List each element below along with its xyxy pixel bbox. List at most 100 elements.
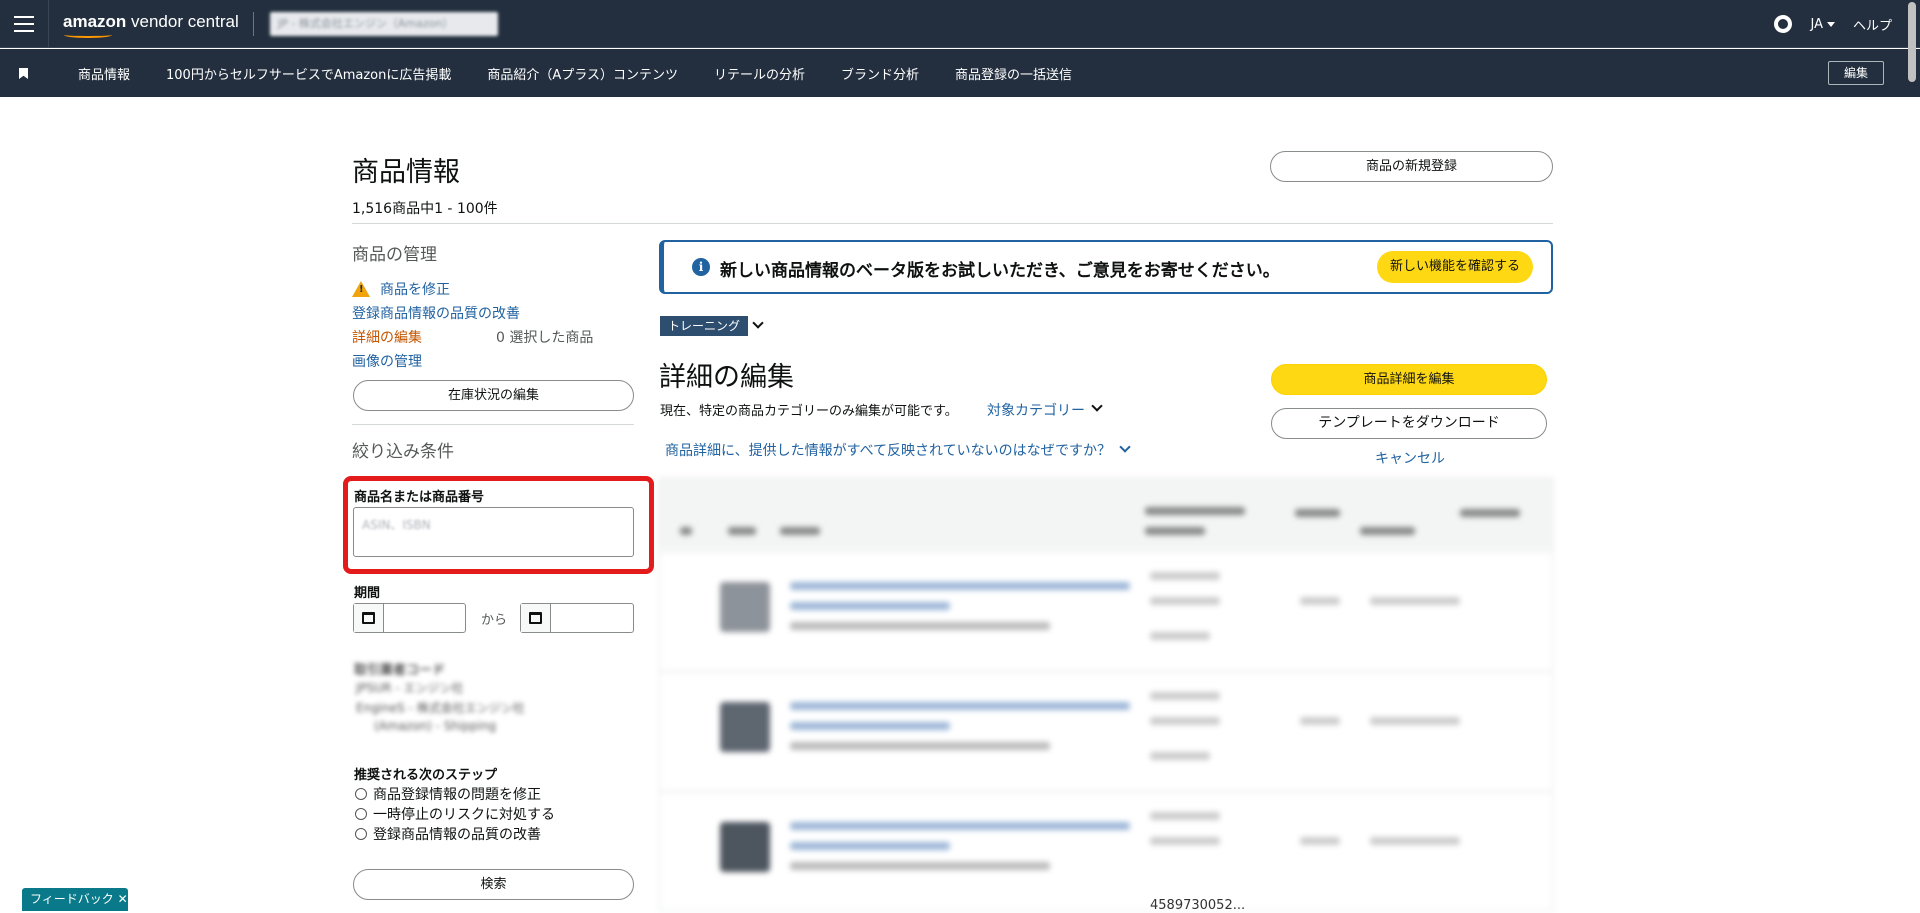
table-cell bbox=[780, 527, 820, 535]
help-link[interactable]: ヘルプ bbox=[1853, 15, 1892, 34]
try-new-feature-button[interactable]: 新しい機能を確認する bbox=[1377, 251, 1533, 283]
nav-item-retail-analytics[interactable]: リテールの分析 bbox=[696, 64, 823, 83]
radio-icon[interactable] bbox=[355, 788, 367, 800]
table-cell bbox=[680, 527, 692, 535]
table-cell[interactable] bbox=[790, 842, 950, 850]
fix-products-row: 商品を修正 bbox=[352, 279, 450, 299]
nav-item-aplus[interactable]: 商品紹介（Aプラス）コンテンツ bbox=[469, 64, 696, 83]
table-row[interactable] bbox=[660, 551, 1552, 669]
table-cell bbox=[790, 742, 1050, 750]
vendor-central-logo[interactable]: amazon vendor central bbox=[63, 12, 239, 32]
table-cell bbox=[1370, 717, 1460, 725]
divider bbox=[48, 0, 49, 48]
search-placeholder: ASIN、ISBN bbox=[362, 518, 431, 532]
table-cell bbox=[1150, 752, 1210, 760]
new-product-button[interactable]: 商品の新規登録 bbox=[1270, 151, 1553, 182]
search-input[interactable]: ASIN、ISBN bbox=[353, 507, 634, 557]
table-cell bbox=[1460, 509, 1520, 517]
table-cell bbox=[1370, 597, 1460, 605]
product-thumbnail[interactable] bbox=[720, 702, 770, 752]
table-cell bbox=[1300, 597, 1340, 605]
table-cell[interactable] bbox=[790, 602, 950, 610]
nav-bar: 商品情報 100円からセルフサービスでAmazonに広告掲載 商品紹介（Aプラス… bbox=[0, 49, 1920, 97]
table-cell bbox=[1145, 527, 1205, 535]
product-thumbnail[interactable] bbox=[720, 822, 770, 872]
table-row[interactable] bbox=[660, 791, 1552, 909]
warning-icon bbox=[352, 281, 370, 297]
filter-heading: 絞り込み条件 bbox=[352, 442, 454, 462]
top-bar: amazon vendor central JP - 株式会社エンジン（Amaz… bbox=[0, 0, 1920, 48]
table-header bbox=[660, 479, 1552, 549]
table-cell bbox=[1145, 507, 1245, 515]
caret-down-icon bbox=[1826, 21, 1835, 27]
vendor-option[interactable]: JPSUR - エンジン社 bbox=[356, 679, 463, 696]
vendor-code-label: 取引業者コード bbox=[354, 663, 446, 678]
table-row[interactable] bbox=[660, 671, 1552, 789]
start-date-field[interactable] bbox=[353, 603, 466, 633]
logo-smile bbox=[64, 32, 112, 38]
selected-count: 0 選択した商品 bbox=[496, 330, 594, 346]
table-cell[interactable] bbox=[790, 702, 1130, 710]
feedback-tab[interactable]: フィードバック ✕ bbox=[22, 888, 128, 911]
account-switcher[interactable]: JP - 株式会社エンジン（Amazon） bbox=[270, 12, 498, 36]
divider bbox=[352, 424, 634, 425]
table-cell bbox=[1295, 509, 1340, 517]
search-button[interactable]: 検索 bbox=[353, 869, 634, 900]
nav-edit-button[interactable]: 編集 bbox=[1828, 61, 1884, 85]
table-cell bbox=[728, 527, 756, 535]
quality-link[interactable]: 登録商品情報の品質の改善 bbox=[352, 303, 520, 323]
divider bbox=[253, 12, 254, 36]
menu-icon[interactable] bbox=[14, 14, 34, 34]
chevron-down-icon[interactable] bbox=[752, 317, 764, 329]
product-table bbox=[659, 478, 1553, 911]
radio-icon[interactable] bbox=[355, 808, 367, 820]
step-radio[interactable]: 登録商品情報の品質の改善 bbox=[355, 824, 541, 844]
images-link[interactable]: 画像の管理 bbox=[352, 351, 422, 371]
table-cell bbox=[1150, 812, 1220, 820]
table-cell[interactable] bbox=[790, 822, 1130, 830]
table-cell bbox=[1300, 717, 1340, 725]
scrollbar-thumb[interactable] bbox=[1908, 2, 1916, 82]
fix-products-link[interactable]: 商品を修正 bbox=[380, 282, 450, 298]
edit-details-link[interactable]: 詳細の編集 bbox=[352, 327, 422, 347]
cancel-link[interactable]: キャンセル bbox=[1375, 448, 1445, 468]
table-cell bbox=[1150, 692, 1220, 700]
step-radio[interactable]: 一時停止のリスクに対処する bbox=[355, 804, 555, 824]
calendar-icon bbox=[362, 612, 375, 624]
from-label: から bbox=[481, 613, 508, 628]
target-category-link[interactable]: 対象カテゴリー bbox=[987, 400, 1085, 420]
table-cell bbox=[790, 862, 1050, 870]
vendor-option[interactable]: EngineS - 株式会社エンジン社 bbox=[356, 699, 525, 716]
end-date-field[interactable] bbox=[520, 603, 634, 633]
vendor-option[interactable]: (Amazon) - Shipping bbox=[374, 719, 496, 733]
table-cell[interactable] bbox=[790, 722, 950, 730]
gear-icon[interactable] bbox=[1774, 15, 1793, 33]
bookmark-icon[interactable] bbox=[19, 68, 28, 79]
table-cell bbox=[1300, 837, 1340, 845]
table-cell bbox=[1150, 572, 1220, 580]
radio-icon[interactable] bbox=[355, 828, 367, 840]
table-cell[interactable] bbox=[790, 582, 1130, 590]
table-cell bbox=[790, 622, 1050, 630]
why-not-reflected-link[interactable]: 商品詳細に、提供した情報がすべて反映されていないのはなぜですか？ bbox=[665, 440, 1111, 460]
divider bbox=[352, 223, 1553, 224]
chevron-down-icon[interactable] bbox=[1119, 441, 1131, 453]
table-cell bbox=[1150, 632, 1210, 640]
nav-item-product-info[interactable]: 商品情報 bbox=[60, 64, 148, 83]
beta-banner: i 新しい商品情報のベータ版をお試しいただき、ご意見をお寄せください。 新しい機… bbox=[659, 240, 1553, 294]
edit-product-details-button[interactable]: 商品詳細を編集 bbox=[1271, 364, 1547, 395]
inventory-edit-button[interactable]: 在庫状況の編集 bbox=[353, 380, 634, 411]
nav-item-bulk-upload[interactable]: 商品登録の一括送信 bbox=[937, 64, 1090, 83]
product-thumbnail[interactable] bbox=[720, 582, 770, 632]
language-selector[interactable]: JA bbox=[1810, 17, 1835, 32]
chevron-down-icon[interactable] bbox=[1091, 400, 1103, 412]
training-chip[interactable]: トレーニング bbox=[660, 316, 749, 336]
download-template-button[interactable]: テンプレートをダウンロード bbox=[1271, 408, 1547, 439]
nav-item-ads[interactable]: 100円からセルフサービスでAmazonに広告掲載 bbox=[148, 64, 469, 83]
manage-heading: 商品の管理 bbox=[352, 245, 437, 265]
step-radio[interactable]: 商品登録情報の問題を修正 bbox=[355, 784, 541, 804]
table-cell bbox=[1150, 837, 1220, 845]
nav-items: 商品情報 100円からセルフサービスでAmazonに広告掲載 商品紹介（Aプラス… bbox=[60, 49, 1090, 97]
info-icon: i bbox=[692, 258, 710, 276]
nav-item-brand-analytics[interactable]: ブランド分析 bbox=[823, 64, 937, 83]
